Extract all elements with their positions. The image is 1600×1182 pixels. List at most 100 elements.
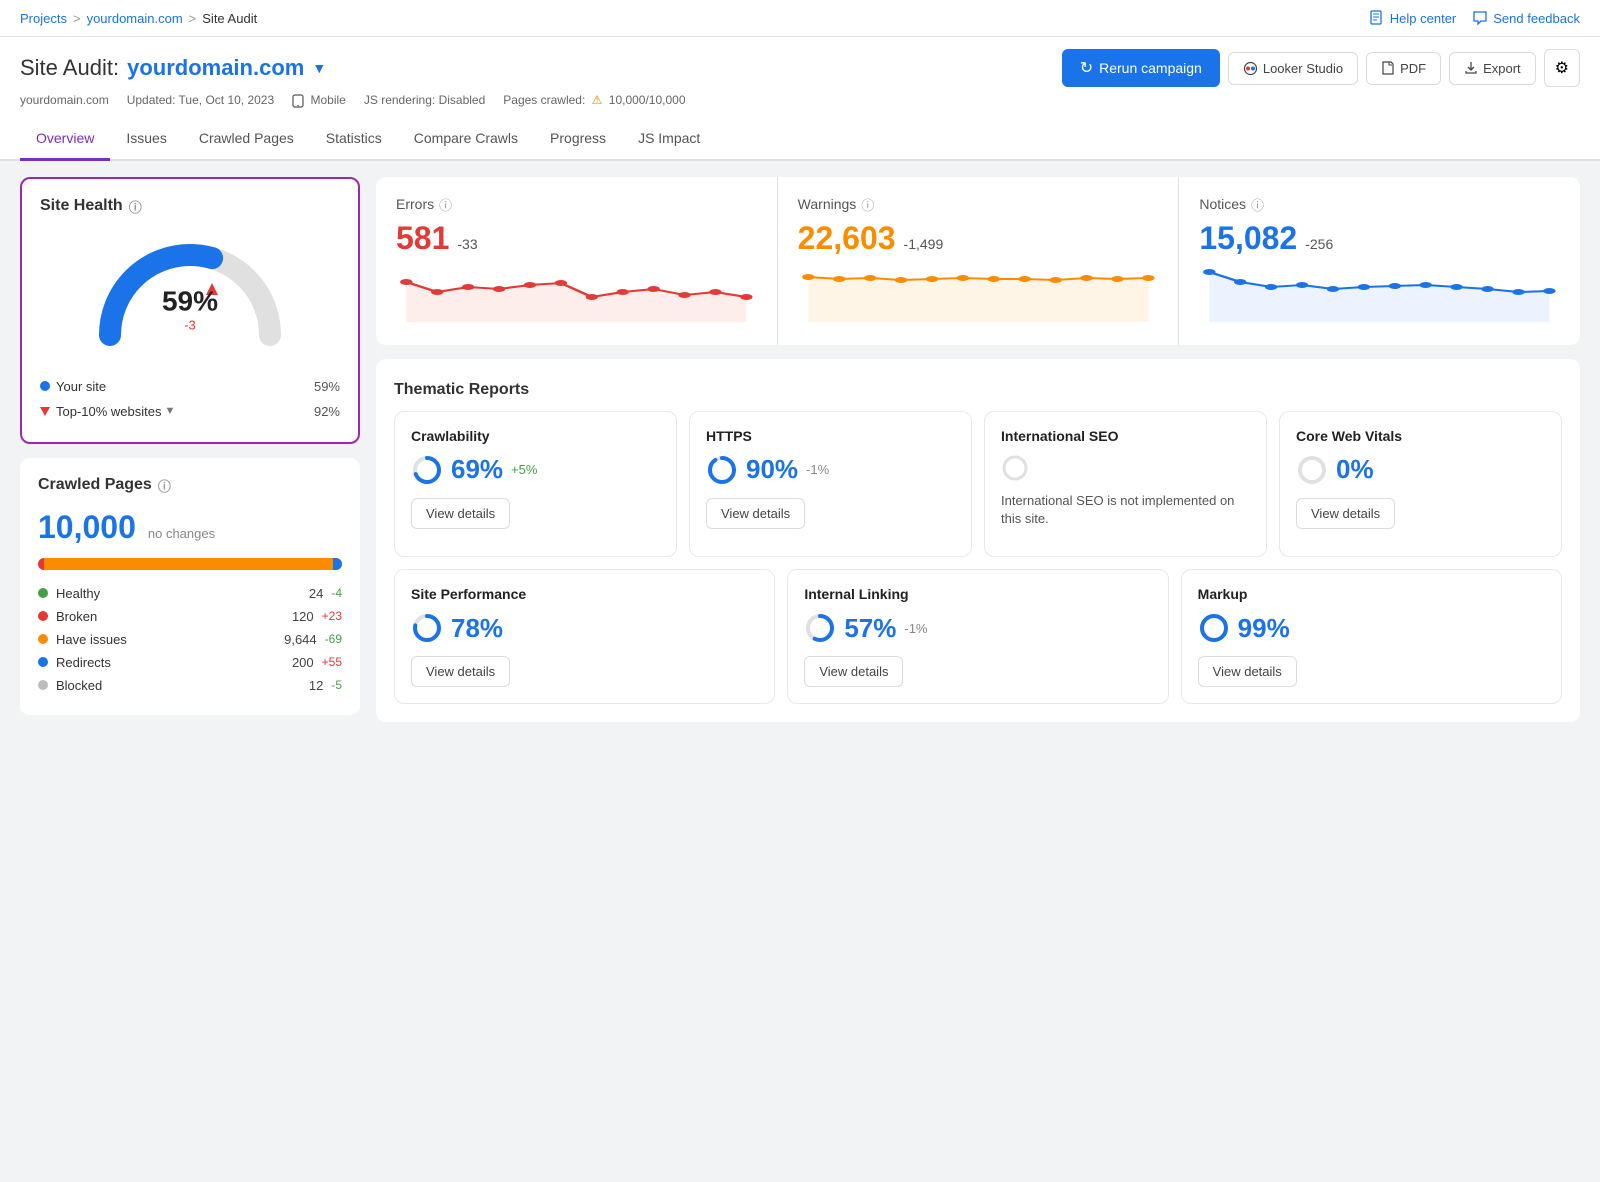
- header-top: Site Audit: yourdomain.com ▼ Rerun campa…: [20, 49, 1580, 87]
- gauge-container: 59% -3: [40, 230, 340, 360]
- breadcrumb-page: Site Audit: [202, 11, 257, 26]
- stat-dot: [38, 611, 48, 621]
- view-details-button[interactable]: View details: [804, 656, 903, 687]
- mini-chart: [1199, 267, 1560, 327]
- stat-main-value: 120: [292, 609, 314, 624]
- nav-tab-issues[interactable]: Issues: [110, 118, 182, 161]
- mini-chart-svg: [396, 267, 757, 322]
- report-title: Core Web Vitals: [1296, 428, 1545, 444]
- pdf-button[interactable]: PDF: [1366, 52, 1441, 85]
- report-card-crawlability: Crawlability 69% +5% View details: [394, 411, 677, 557]
- help-center-link[interactable]: Help center: [1369, 10, 1456, 26]
- breadcrumb-projects[interactable]: Projects: [20, 11, 67, 26]
- crawled-pages-info-icon[interactable]: ⓘ: [158, 476, 171, 495]
- stat-dot: [38, 634, 48, 644]
- metric-label: Warnings ⓘ: [798, 195, 1159, 214]
- help-center-label: Help center: [1390, 11, 1456, 26]
- send-feedback-link[interactable]: Send feedback: [1472, 10, 1580, 26]
- view-details-button[interactable]: View details: [1198, 656, 1297, 687]
- top10-triangle-icon: [40, 407, 50, 416]
- report-donut-icon: [706, 454, 738, 486]
- report-donut-icon: [411, 454, 443, 486]
- top10-dropdown-icon[interactable]: ▼: [165, 405, 176, 417]
- metric-card-warnings: Warnings ⓘ 22,603 -1,499: [778, 177, 1180, 345]
- looker-studio-button[interactable]: Looker Studio: [1228, 52, 1358, 85]
- pb-orange: [44, 558, 333, 570]
- report-percent: 78%: [451, 613, 503, 644]
- report-delta: -1%: [904, 621, 927, 636]
- dropdown-arrow-icon[interactable]: ▼: [312, 60, 326, 76]
- view-details-button[interactable]: View details: [411, 498, 510, 529]
- stat-row-redirects: Redirects 200 +55: [38, 651, 342, 674]
- stat-label-text: Blocked: [56, 678, 102, 693]
- your-site-text: Your site: [56, 379, 106, 394]
- report-pct-row: 0%: [1296, 454, 1545, 486]
- metric-info-icon[interactable]: ⓘ: [1251, 195, 1264, 214]
- site-health-title: Site Health ⓘ: [40, 197, 340, 216]
- report-card-site-performance: Site Performance 78% View details: [394, 569, 775, 704]
- nav-tab-js-impact[interactable]: JS Impact: [622, 118, 716, 161]
- stat-label: Blocked: [38, 678, 102, 693]
- report-percent: 90%: [746, 454, 798, 485]
- report-percent: 99%: [1238, 613, 1290, 644]
- metric-delta: -33: [457, 236, 477, 252]
- header-buttons: Rerun campaign Looker Studio PDF Export …: [1062, 49, 1580, 87]
- gauge-delta: -3: [162, 317, 218, 332]
- report-card-markup: Markup 99% View details: [1181, 569, 1562, 704]
- breadcrumb-domain[interactable]: yourdomain.com: [87, 11, 183, 26]
- settings-button[interactable]: ⚙: [1544, 49, 1580, 87]
- report-percent: 57%: [844, 613, 896, 644]
- pages-crawled-label: Pages crawled:: [503, 93, 585, 107]
- stat-row-broken: Broken 120 +23: [38, 605, 342, 628]
- meta-row: yourdomain.com Updated: Tue, Oct 10, 202…: [20, 93, 1580, 118]
- report-donut-icon: [1296, 454, 1328, 486]
- view-details-button[interactable]: View details: [706, 498, 805, 529]
- your-site-dot: [40, 381, 50, 391]
- nav-tab-compare-crawls[interactable]: Compare Crawls: [398, 118, 534, 161]
- report-pct-row: 78%: [411, 612, 758, 644]
- stat-delta: -5: [331, 678, 342, 693]
- metric-info-icon[interactable]: ⓘ: [861, 195, 874, 214]
- report-percent: 0%: [1336, 454, 1374, 485]
- metric-label-text: Warnings: [798, 196, 857, 212]
- meta-js-rendering: JS rendering: Disabled: [364, 93, 485, 107]
- report-icon-row: [1001, 454, 1250, 482]
- pdf-label: PDF: [1400, 61, 1426, 76]
- thematic-reports-title: Thematic Reports: [394, 377, 1562, 411]
- top10-label: Top-10% websites ▼: [40, 404, 175, 419]
- rerun-campaign-button[interactable]: Rerun campaign: [1062, 49, 1220, 87]
- your-site-label: Your site: [40, 379, 106, 394]
- top-actions: Help center Send feedback: [1369, 10, 1580, 26]
- feedback-icon: [1472, 10, 1488, 26]
- crawled-pages-label: Crawled Pages: [38, 476, 152, 494]
- export-button[interactable]: Export: [1449, 52, 1536, 85]
- nav-tab-overview[interactable]: Overview: [20, 118, 110, 161]
- reports-grid-row2: Site Performance 78% View details Intern…: [394, 569, 1562, 704]
- site-domain[interactable]: yourdomain.com: [127, 55, 304, 81]
- nav-tab-progress[interactable]: Progress: [534, 118, 622, 161]
- mini-chart-svg: [1199, 267, 1560, 322]
- book-icon: [1369, 10, 1385, 26]
- nav-tab-crawled-pages[interactable]: Crawled Pages: [183, 118, 310, 161]
- stat-main-value: 9,644: [284, 632, 317, 647]
- stat-label: Healthy: [38, 586, 100, 601]
- top10-text: Top-10% websites: [56, 404, 162, 419]
- site-audit-label: Site Audit:: [20, 55, 119, 81]
- metric-info-icon[interactable]: ⓘ: [439, 195, 452, 214]
- mini-chart: [798, 267, 1159, 327]
- your-site-legend: Your site 59%: [40, 374, 340, 399]
- pages-crawled-value: 10,000/10,000: [609, 93, 686, 107]
- stat-label: Have issues: [38, 632, 127, 647]
- view-details-button[interactable]: View details: [1296, 498, 1395, 529]
- site-health-card: Site Health ⓘ 59% -3: [20, 177, 360, 444]
- header: Site Audit: yourdomain.com ▼ Rerun campa…: [0, 37, 1600, 118]
- site-health-info-icon[interactable]: ⓘ: [129, 197, 142, 216]
- report-pct-row: 57% -1%: [804, 612, 1151, 644]
- metric-number: 15,082: [1199, 220, 1297, 257]
- nav-tab-statistics[interactable]: Statistics: [310, 118, 398, 161]
- main-content: Site Health ⓘ 59% -3: [0, 161, 1600, 1182]
- metric-label: Notices ⓘ: [1199, 195, 1560, 214]
- breadcrumb-sep1: >: [73, 11, 81, 26]
- view-details-button[interactable]: View details: [411, 656, 510, 687]
- report-percent: 69%: [451, 454, 503, 485]
